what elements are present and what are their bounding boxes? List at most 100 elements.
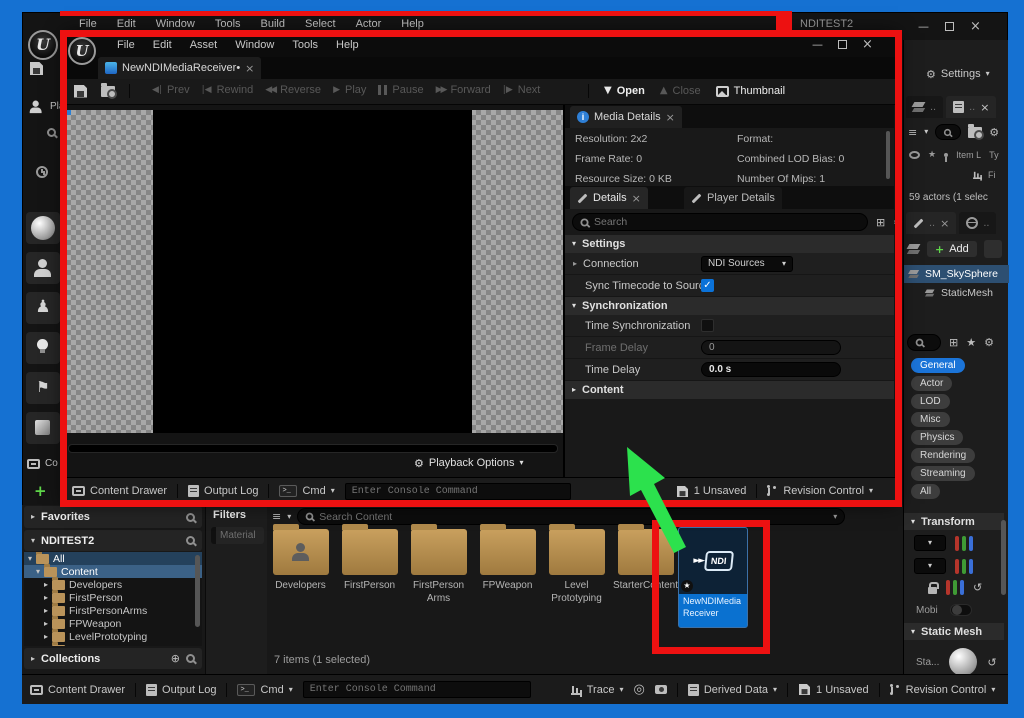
add-content-icon[interactable]: + <box>34 484 47 499</box>
maximize-button[interactable] <box>945 22 954 31</box>
category-rendering[interactable]: Rendering <box>911 448 975 463</box>
minimize-button[interactable]: — <box>918 21 929 32</box>
visibility-column-icon[interactable] <box>909 151 920 159</box>
close-button[interactable]: × <box>970 20 981 33</box>
filter-chip-material[interactable]: Material <box>211 527 264 544</box>
content-drawer-collapsed[interactable]: Co <box>27 458 58 469</box>
star-column-icon[interactable]: ★ <box>928 151 936 160</box>
staticmesh-section-header[interactable]: ▾ Static Mesh <box>904 623 1004 640</box>
tab-world-settings[interactable]: .. <box>959 212 996 234</box>
search-icon[interactable] <box>186 536 195 545</box>
console-command-input[interactable] <box>310 684 524 695</box>
details-search[interactable] <box>907 334 941 351</box>
menu-help[interactable]: Help <box>392 18 433 30</box>
tree-item-content[interactable]: ▾Content <box>24 565 202 578</box>
mesh-thumbnail[interactable] <box>949 648 977 676</box>
close-icon[interactable]: × <box>940 218 949 229</box>
menu-build[interactable]: Build <box>252 18 294 30</box>
item-label-column[interactable]: Item L <box>956 150 981 160</box>
tree-item-levelprototyping[interactable]: ▸LevelPrototyping <box>24 630 202 643</box>
cmd-button[interactable]: >_ Cmd ▾ <box>237 684 292 696</box>
menu-file[interactable]: File <box>70 18 106 30</box>
tab-layers[interactable]: .. <box>906 96 943 118</box>
target-icon[interactable]: ◎ <box>633 683 644 696</box>
category-basic-button[interactable]: ♟ <box>26 292 60 324</box>
console-command-bar[interactable] <box>303 681 531 698</box>
sort-control[interactable]: Fi <box>972 170 996 180</box>
category-lod[interactable]: LOD <box>911 394 950 409</box>
add-collection-icon[interactable]: ⊕ <box>171 653 180 664</box>
unsaved-button[interactable]: 1 Unsaved <box>798 683 869 696</box>
location-values[interactable] <box>955 536 973 551</box>
folder-fpweapon[interactable]: FPWeapon <box>473 529 542 593</box>
add-component-button[interactable]: + Add <box>927 241 977 257</box>
screenshot-icon[interactable] <box>655 685 667 694</box>
location-mode-dropdown[interactable]: ▾ <box>914 535 946 551</box>
category-shapes-button[interactable] <box>26 212 60 244</box>
collections-header[interactable]: ▸ Collections ⊕ <box>24 648 202 669</box>
save-all-icon[interactable] <box>30 62 43 75</box>
menu-select[interactable]: Select <box>296 18 345 30</box>
category-streaming[interactable]: Streaming <box>911 466 975 481</box>
close-icon[interactable]: × <box>980 102 989 113</box>
category-cinematic-button[interactable]: ⚑ <box>26 372 60 404</box>
star-icon[interactable]: ★ <box>966 337 976 348</box>
tree-scrollbar[interactable] <box>195 555 200 627</box>
tab-details[interactable]: ..× <box>906 212 956 234</box>
folder-firstperson[interactable]: FirstPerson <box>335 529 404 593</box>
chevron-down-icon[interactable]: ▾ <box>924 128 928 136</box>
component-row[interactable]: StaticMesh <box>904 285 1009 301</box>
revision-control-button[interactable]: Revision Control ▾ <box>890 684 996 696</box>
tree-item-firstpersonarms[interactable]: ▸FirstPersonArms <box>24 604 202 617</box>
scale-values[interactable] <box>946 580 964 595</box>
menu-tools[interactable]: Tools <box>206 18 250 30</box>
category-geometry-button[interactable] <box>26 412 60 444</box>
chevron-down-icon[interactable]: ▾ <box>287 513 291 521</box>
menu-window[interactable]: Window <box>147 18 204 30</box>
derived-data-button[interactable]: Derived Data ▾ <box>688 684 777 696</box>
lock-icon[interactable] <box>928 587 937 594</box>
viewport-settings-button[interactable]: ⚙ Settings ▾ <box>926 68 990 80</box>
menu-actor[interactable]: Actor <box>347 18 391 30</box>
menu-edit[interactable]: Edit <box>108 18 145 30</box>
favorites-header[interactable]: ▸ Favorites <box>24 506 202 528</box>
gear-icon[interactable]: ⚙ <box>989 127 999 138</box>
tree-item-fpweapon[interactable]: ▸FPWeapon <box>24 617 202 630</box>
view-options-icon[interactable]: ≡ <box>272 511 281 522</box>
category-lights-button[interactable] <box>26 332 60 364</box>
category-actor[interactable]: Actor <box>911 376 952 391</box>
transform-section-header[interactable]: ▾ Transform <box>904 513 1004 530</box>
outliner-search[interactable] <box>935 124 961 140</box>
search-icon[interactable] <box>47 128 56 137</box>
category-characters-button[interactable] <box>26 252 60 284</box>
category-physics[interactable]: Physics <box>911 430 963 445</box>
blueprint-button[interactable] <box>984 240 1002 258</box>
category-misc[interactable]: Misc <box>911 412 950 427</box>
project-header[interactable]: ▾ NDITEST2 <box>24 530 202 551</box>
folder-developers[interactable]: Developers <box>266 529 335 593</box>
rotation-values[interactable] <box>955 559 973 574</box>
gear-icon[interactable]: ⚙ <box>984 337 994 348</box>
folder-levelprototyping[interactable]: Level Prototyping <box>542 529 611 605</box>
search-icon[interactable] <box>186 654 195 663</box>
category-all[interactable]: All <box>911 484 940 499</box>
rotation-mode-dropdown[interactable]: ▾ <box>914 558 946 574</box>
tree-item-developers[interactable]: ▸Developers <box>24 578 202 591</box>
search-icon[interactable] <box>186 513 195 522</box>
tree-item-startercontent[interactable]: ▸StarterContent <box>24 643 202 646</box>
place-actors-button[interactable]: Pla <box>27 98 64 115</box>
chevron-down-icon[interactable]: ▾ <box>833 513 837 521</box>
trace-button[interactable]: Trace ▾ <box>571 684 624 696</box>
recently-placed-icon[interactable] <box>36 166 48 178</box>
actor-row-selected[interactable]: SM_SkySphere <box>904 265 1009 283</box>
filter-icon[interactable]: ≡ <box>908 127 917 138</box>
reset-icon[interactable]: ↺ <box>987 657 996 668</box>
content-drawer-button[interactable]: Content Drawer <box>30 684 125 696</box>
tab-outliner[interactable]: ..× <box>946 96 996 118</box>
folder-firstpersonarms[interactable]: FirstPerson Arms <box>404 529 473 605</box>
pin-column-icon[interactable] <box>944 153 948 157</box>
tree-item-all[interactable]: ▾All <box>24 552 202 565</box>
grid-icon[interactable]: ⊞ <box>949 337 958 348</box>
details-scrollbar[interactable] <box>1001 520 1006 595</box>
output-log-button[interactable]: Output Log <box>146 684 216 696</box>
